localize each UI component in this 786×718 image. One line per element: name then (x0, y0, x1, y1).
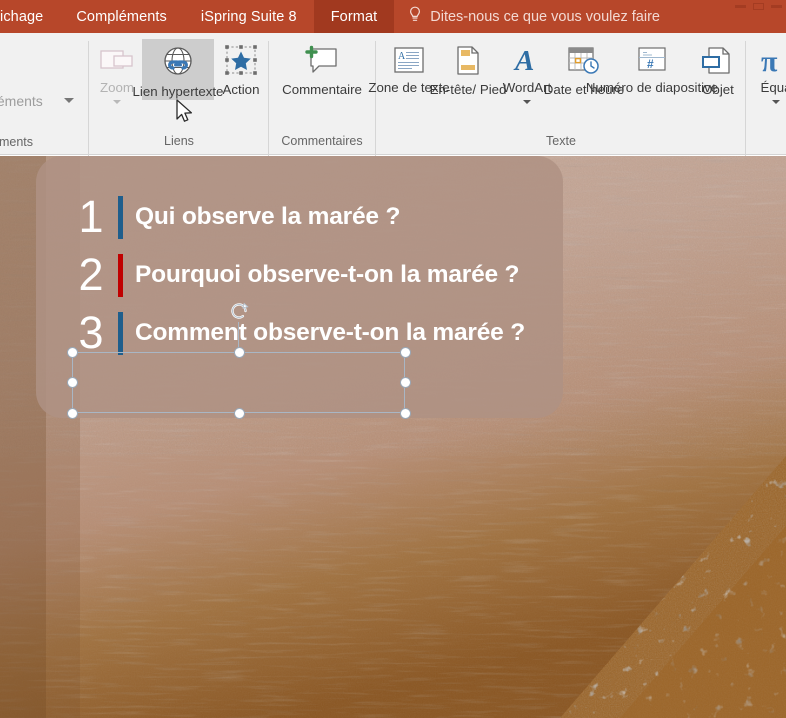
lien-hypertexte-button[interactable]: Lien hypertexte (133, 39, 223, 100)
lien-hypertexte-button-label: Lien hypertexte (132, 84, 224, 99)
row-text: Qui observe la marée ? (135, 203, 401, 230)
en-tete-pied-button-label: En-tête/ Pied (429, 82, 507, 97)
tab-affichage[interactable]: ichage (0, 0, 59, 33)
ribbon-group-truncated: pléments éments (0, 33, 88, 155)
resize-handle-middle-left[interactable] (67, 377, 78, 388)
content-row[interactable]: 2 Pourquoi observe-t-on la marée ? (74, 252, 519, 298)
window-controls (735, 0, 782, 12)
action-button-label: Action (222, 82, 260, 97)
ribbon: pléments éments Zoom (0, 33, 786, 159)
group-label-liens: Liens (164, 134, 194, 148)
tell-me-search[interactable]: Dites-nous ce que vous voulez faire (394, 0, 672, 33)
equation-button[interactable]: π Équa (750, 39, 786, 104)
commentaire-button-label: Commentaire (282, 82, 362, 97)
minimize-control[interactable] (735, 4, 746, 8)
resize-handle-middle-right[interactable] (400, 377, 411, 388)
commentaire-button[interactable]: Commentaire (274, 39, 370, 98)
complements-button-label[interactable]: pléments (0, 93, 43, 109)
svg-text:A: A (398, 51, 406, 62)
zoom-slide-icon (97, 45, 137, 75)
en-tete-pied-button[interactable]: En-tête/ Pied (430, 39, 506, 98)
group-separator (88, 41, 89, 159)
objet-button-label: Objet (702, 82, 734, 97)
row-number: 2 (78, 249, 104, 300)
tell-me-label: Dites-nous ce que vous voulez faire (430, 8, 660, 25)
row-text: Comment observe-t-on la marée ? (135, 319, 525, 346)
star-action-icon (223, 45, 259, 77)
row-accent-bar (118, 253, 123, 297)
lightbulb-icon (408, 6, 422, 27)
close-control[interactable] (771, 4, 782, 8)
caret-down-icon[interactable] (523, 100, 531, 104)
restore-control[interactable] (753, 2, 764, 10)
slide-number-icon: # (634, 45, 670, 75)
row-text: Pourquoi observe-t-on la marée ? (135, 261, 520, 288)
tab-label: Format (330, 8, 378, 25)
date-time-icon (566, 45, 602, 77)
resize-handle-top-left[interactable] (67, 347, 78, 358)
rotate-handle-icon[interactable] (227, 299, 251, 328)
resize-handle-bottom-center[interactable] (234, 408, 245, 419)
header-footer-icon (453, 45, 483, 77)
group-label-texte: Texte (546, 134, 576, 148)
caret-down-icon[interactable] (113, 100, 121, 104)
selection-bounding-box[interactable] (67, 347, 411, 419)
resize-handle-bottom-left[interactable] (67, 408, 78, 419)
row-accent-bar (118, 311, 123, 355)
action-button[interactable]: Action (216, 39, 266, 98)
text-box-icon: A (392, 45, 426, 75)
tab-complements[interactable]: Compléments (59, 0, 184, 33)
objet-button[interactable]: Objet (694, 39, 742, 98)
tab-label: Compléments (76, 8, 167, 25)
caret-down-icon[interactable] (64, 98, 74, 121)
resize-handle-top-center[interactable] (234, 347, 245, 358)
tab-label: iSpring Suite 8 (200, 8, 297, 25)
svg-text:A: A (513, 45, 534, 75)
row-number: 3 (78, 307, 104, 358)
row-accent-bar (118, 195, 123, 239)
new-comment-icon (302, 45, 342, 77)
svg-text:#: # (647, 57, 654, 71)
resize-handle-bottom-right[interactable] (400, 408, 411, 419)
tab-ispring-suite-8[interactable]: iSpring Suite 8 (184, 0, 314, 33)
group-separator (745, 41, 746, 159)
content-row[interactable]: 1 Qui observe la marée ? (74, 194, 400, 240)
group-label-truncated: éments (0, 135, 33, 149)
tab-format[interactable]: Format (313, 0, 395, 33)
ribbon-tab-bar: ichage Compléments iSpring Suite 8 Forma… (0, 0, 786, 33)
globe-link-icon (157, 45, 199, 79)
tab-label: ichage (0, 8, 44, 25)
wordart-icon: A (510, 45, 544, 75)
group-separator (375, 41, 376, 159)
numero-de-diapositive-button[interactable]: # Numéro de diapositive (586, 39, 718, 96)
content-row[interactable]: 3 Comment observe-t-on la marée ? (74, 310, 525, 356)
row-number: 1 (78, 191, 104, 242)
group-label-commentaires: Commentaires (281, 134, 363, 148)
svg-text:π: π (761, 45, 778, 75)
equation-button-label: Équa (760, 80, 786, 95)
object-icon (702, 45, 734, 77)
group-separator (268, 41, 269, 159)
equation-pi-icon: π (759, 45, 786, 75)
zoom-button-label: Zoom (100, 80, 134, 95)
caret-down-icon[interactable] (772, 100, 780, 104)
resize-handle-top-right[interactable] (400, 347, 411, 358)
